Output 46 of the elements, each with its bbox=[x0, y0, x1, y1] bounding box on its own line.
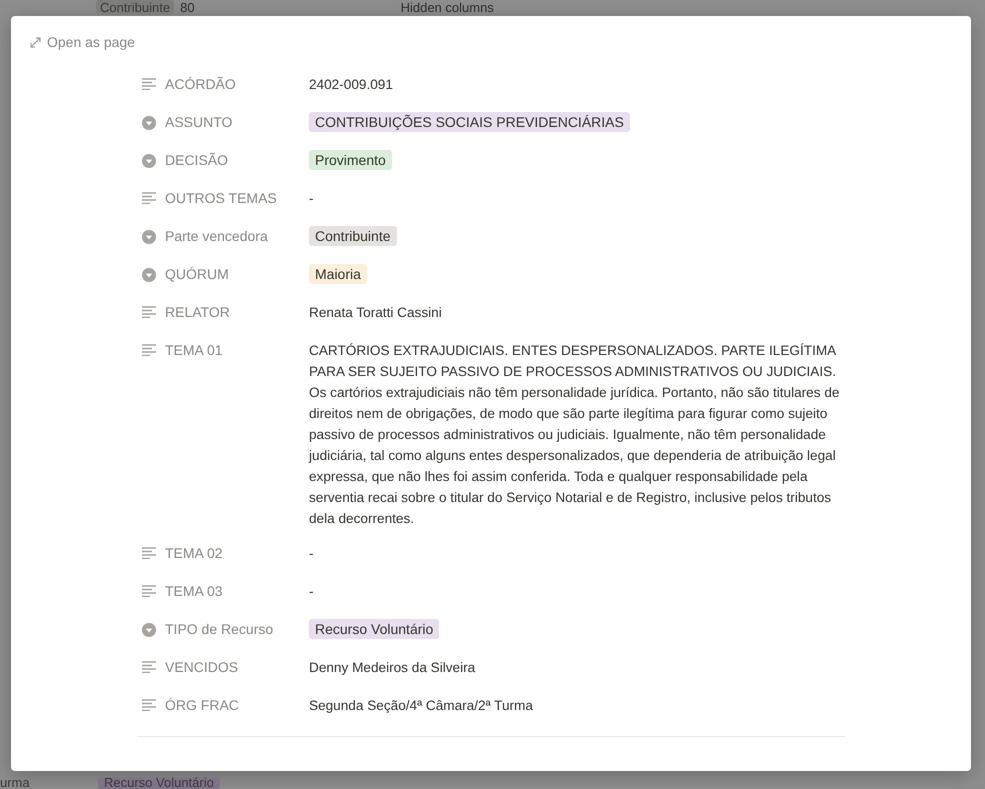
property-value: - bbox=[309, 583, 315, 601]
dropdown-circle-icon bbox=[142, 154, 156, 168]
property-tag: Maioria bbox=[309, 264, 367, 284]
property-value: - bbox=[309, 545, 315, 563]
property-label: ÓRG FRAC bbox=[165, 696, 239, 715]
property-label: OUTROS TEMAS bbox=[165, 189, 277, 208]
text-lines-icon bbox=[142, 344, 156, 356]
property-tag: Recurso Voluntário bbox=[309, 619, 440, 639]
background-tag: Recurso Voluntário bbox=[98, 777, 220, 789]
property-tag: Contribuinte bbox=[309, 226, 396, 246]
property-value: - bbox=[309, 190, 315, 208]
text-lines-icon bbox=[142, 699, 156, 711]
property-tag: Provimento bbox=[309, 150, 392, 170]
text-lines-icon bbox=[142, 547, 156, 559]
text-lines-icon bbox=[142, 306, 156, 318]
text-lines-icon bbox=[142, 661, 156, 673]
property-label: TEMA 03 bbox=[165, 582, 223, 601]
dropdown-circle-icon bbox=[142, 268, 156, 282]
property-value: Renata Toratti Cassini bbox=[309, 304, 443, 322]
property-value: Denny Medeiros da Silveira bbox=[309, 659, 476, 677]
property-label: VENCIDOS bbox=[165, 658, 238, 677]
background-count: 80 bbox=[180, 0, 195, 15]
expand-icon bbox=[30, 37, 41, 48]
property-label: ACÓRDÃO bbox=[165, 75, 236, 94]
property-label: RELATOR bbox=[165, 303, 230, 322]
text-lines-icon bbox=[142, 192, 156, 204]
property-label: TIPO de Recurso bbox=[165, 620, 274, 639]
property-tag: CONTRIBUIÇÕES SOCIAIS PREVIDENCIÁRIAS bbox=[309, 112, 630, 132]
background-tag: Contribuinte bbox=[96, 0, 174, 15]
property-value: Segunda Seção/4ª Câmara/2ª Turma bbox=[309, 697, 534, 715]
property-label: TEMA 02 bbox=[165, 544, 223, 563]
property-label: QUÓRUM bbox=[165, 265, 229, 284]
dropdown-circle-icon bbox=[142, 116, 156, 130]
background-cell-text: urma bbox=[0, 774, 31, 789]
text-lines-icon bbox=[142, 78, 156, 90]
text-lines-icon bbox=[142, 585, 156, 597]
property-label: TEMA 01 bbox=[165, 341, 223, 360]
property-label: Parte vencedora bbox=[165, 227, 268, 246]
property-value: CARTÓRIOS EXTRAJUDICIAIS. ENTES DESPERSONALIZADOS. PARTE ILEGÍTIMA PARA SER SUJEITO PASSIVO DE PROCESSOS ADMINISTRATIVOS OU JUDICIAIS. Os cartórios extrajudiciais não têm personalidade jurídica. Portanto, não são titulares de direitos nem de obrigações, de modo que são parte ilegítima para figurar como sujeito passivo de processos administrativos ou judiciais. Igualmente, não têm personalidade judiciária, tal como alguns entes despersonalizados, que dependeria de atribuição legal expressa, que não lhes foi assim conferida. Toda e qualquer responsabilidade pela serventia recai sobre o titular do Serviço Notarial e de Registro, inclusive pelos tributos dela decorrentes. bbox=[309, 342, 840, 528]
open-as-page-button[interactable]: Open as page bbox=[30, 30, 135, 55]
property-label: ASSUNTO bbox=[165, 113, 232, 132]
property-value: 2402-009.091 bbox=[309, 76, 394, 94]
hidden-columns-label: Hidden columns bbox=[400, 0, 494, 15]
dropdown-circle-icon bbox=[142, 623, 156, 637]
property-label: DECISÃO bbox=[165, 151, 228, 170]
dropdown-circle-icon bbox=[142, 230, 156, 244]
